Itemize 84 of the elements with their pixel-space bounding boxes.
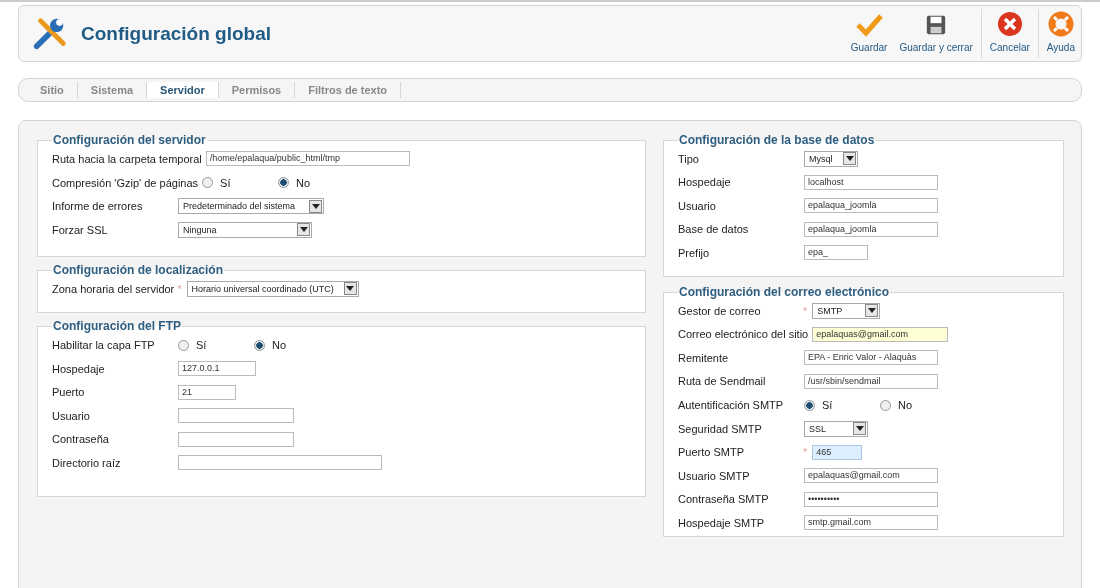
input-field[interactable]: epalaqua_joomla <box>804 198 938 214</box>
field-label: Usuario <box>52 409 91 422</box>
input-field[interactable]: /usr/sbin/sendmail <box>804 373 938 389</box>
radio-button[interactable] <box>880 399 891 411</box>
radio-option[interactable]: No <box>278 176 355 189</box>
select-dropdown[interactable]: SMTP <box>812 302 881 319</box>
cancel-button[interactable]: Cancelar <box>983 6 1036 61</box>
save-close-button[interactable]: Guardar y cerrar <box>893 6 979 61</box>
field-label: Correo electrónico del sitio <box>678 328 809 341</box>
caret-icon <box>309 199 322 213</box>
field-label: Contraseña <box>52 433 110 446</box>
field-label: Ruta hacia la carpeta temporal <box>52 152 202 165</box>
caret-icon <box>853 422 866 436</box>
field-label: Puerto <box>52 386 86 399</box>
radio-button[interactable] <box>202 177 214 188</box>
radio-button[interactable] <box>178 339 189 351</box>
required-mark: * <box>177 282 182 295</box>
field-label: Usuario SMTP <box>678 469 751 482</box>
field-label: Puerto SMTP <box>678 446 746 459</box>
lifebuoy-icon <box>1047 11 1074 37</box>
field-label: Usuario <box>678 199 717 212</box>
radio-button[interactable] <box>278 177 290 188</box>
checkmark-icon <box>855 13 884 37</box>
help-button[interactable]: Ayuda <box>1040 6 1081 61</box>
field-label: Hospedaje SMTP <box>678 516 766 529</box>
caret-icon <box>843 152 856 166</box>
required-mark: * <box>803 446 808 459</box>
caret-icon <box>865 304 879 318</box>
input-field[interactable]: 465 <box>812 444 863 460</box>
input-field[interactable]: 21 <box>178 384 236 400</box>
input-field[interactable] <box>178 408 294 424</box>
section-title: Configuración del FTP <box>52 319 182 333</box>
radio-option[interactable]: No <box>880 399 956 411</box>
field-label: Remitente <box>678 351 730 364</box>
input-field[interactable]: /home/epalaqua/public_html/tmp <box>205 151 410 167</box>
field-label: Habilitar la capa FTP <box>52 339 156 351</box>
close-icon <box>996 11 1023 37</box>
radio-button[interactable] <box>254 339 265 351</box>
caret-icon <box>297 223 310 237</box>
field-label: Compresión 'Gzip' de páginas <box>52 176 199 189</box>
tab[interactable]: Servidor <box>147 82 219 98</box>
field-label: Autentificación SMTP <box>678 399 785 411</box>
select-dropdown[interactable]: Mysql <box>804 150 858 167</box>
input-field[interactable]: •••••••••• <box>804 491 938 507</box>
input-field[interactable]: epalaqua_joomla <box>804 221 938 237</box>
select-dropdown[interactable]: Horario universal coordinado (UTC) <box>186 280 359 297</box>
required-mark: * <box>803 304 808 317</box>
radio-option[interactable]: Sí <box>804 399 880 411</box>
input-field[interactable]: epalaquas@gmail.com <box>812 326 949 342</box>
field-label: Ruta de Sendmail <box>678 375 767 388</box>
select-dropdown[interactable]: Predeterminado del sistema <box>178 198 324 215</box>
field-label: Zona horaria del servidor <box>52 282 175 295</box>
field-label: Forzar SSL <box>52 223 109 236</box>
input-field[interactable] <box>178 455 382 471</box>
field-label: Gestor de correo <box>678 304 762 317</box>
field-label: Hospedaje <box>678 176 732 189</box>
field-label: Informe de errores <box>52 200 144 213</box>
field-label: Hospedaje <box>52 362 106 375</box>
input-field[interactable]: epa_ <box>804 245 868 261</box>
input-field[interactable]: localhost <box>804 174 938 190</box>
field-label: Directorio raíz <box>52 456 122 469</box>
radio-button[interactable] <box>804 399 815 411</box>
input-field[interactable]: epalaquas@gmail.com <box>804 468 938 484</box>
section-title: Configuración de la base de datos <box>678 133 876 147</box>
field-label: Prefijo <box>678 246 711 259</box>
section-title: Configuración de localización <box>52 263 225 277</box>
field-label: Seguridad SMTP <box>678 422 763 435</box>
section-title: Configuración del correo electrónico <box>678 285 891 299</box>
field-label: Base de datos <box>678 223 750 236</box>
input-field[interactable]: 127.0.0.1 <box>178 361 256 377</box>
select-dropdown[interactable]: Ninguna <box>178 221 312 238</box>
radio-option[interactable]: No <box>254 339 330 351</box>
radio-option[interactable]: Sí <box>202 176 279 189</box>
page-title: Configuración global <box>81 22 272 45</box>
input-field[interactable]: EPA - Enric Valor - Alaquàs <box>804 350 938 366</box>
save-button[interactable]: Guardar <box>844 6 894 61</box>
radio-option[interactable]: Sí <box>178 339 254 351</box>
field-label: Tipo <box>678 152 700 165</box>
select-dropdown[interactable]: SSL <box>804 420 868 437</box>
field-label: Contraseña SMTP <box>678 493 770 506</box>
input-field[interactable] <box>178 431 294 447</box>
input-field[interactable]: smtp.gmail.com <box>804 515 938 531</box>
caret-icon <box>343 282 357 296</box>
section-title: Configuración del servidor <box>52 133 207 147</box>
